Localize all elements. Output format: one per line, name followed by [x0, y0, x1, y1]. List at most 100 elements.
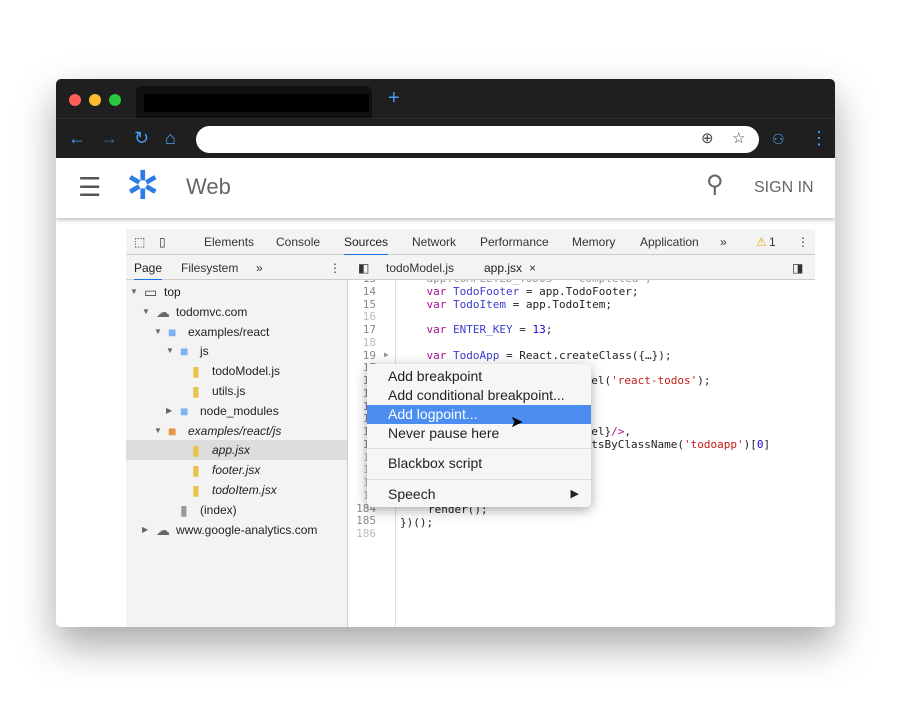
code-line-185: })(); [400, 516, 434, 529]
zoom-icon[interactable]: ⊕ [701, 129, 714, 147]
menu-item-add-breakpoint[interactable]: Add breakpoint [367, 367, 591, 386]
menu-kebab-icon[interactable]: ⋮ [810, 128, 828, 149]
tab-application[interactable]: Application [640, 235, 699, 249]
tab-console[interactable]: Console [276, 235, 320, 249]
navigator-menu-icon[interactable]: ⋮ [329, 261, 341, 275]
tab-filesystem[interactable]: Filesystem [181, 261, 238, 275]
menu-item-speech[interactable]: Speech ▶ [367, 485, 591, 504]
line-number[interactable]: 185 [348, 514, 376, 527]
tree-item[interactable]: ▼ ■ examples/react/js [126, 421, 347, 441]
back-icon[interactable]: ← [68, 128, 86, 149]
tree-item-label: examples/react [188, 324, 270, 339]
tree-item[interactable]: ▼ ■ examples/react [126, 322, 347, 342]
line-number[interactable]: 17 [348, 323, 376, 336]
logo-icon: ✲ [126, 164, 160, 208]
inspect-element-icon[interactable]: ⬚ [134, 235, 145, 249]
file-icon: ▮ [192, 482, 200, 498]
bookmark-star-icon[interactable]: ☆ [732, 129, 745, 147]
tree-item-label: footer.jsx [212, 463, 261, 478]
editor-tabbar: ◧ todoModel.js app.jsx × ◨ [348, 255, 815, 280]
tree-item-label: todoItem.jsx [212, 483, 277, 497]
new-tab-button[interactable]: + [388, 87, 400, 110]
tree-item[interactable]: ▼ ☁ todomvc.com [126, 302, 347, 322]
browser-window: + ← → ↻ ⌂ ⊕ ☆ ⚇ ⋮ ☰ ✲ Web ⚲ SIGN IN ⬚ ▯ … [56, 79, 835, 627]
tree-item[interactable]: ▮ (index) [126, 500, 347, 520]
more-nav-tabs[interactable]: » [256, 261, 263, 275]
line-number[interactable]: 14 [348, 285, 376, 298]
tab-performance[interactable]: Performance [480, 235, 549, 249]
menu-item-add-conditional-breakpoint[interactable]: Add conditional breakpoint... [367, 386, 591, 405]
code-line-15: var TodoItem = app.TodoItem; [426, 298, 612, 311]
menu-separator [367, 448, 591, 449]
tree-toggle-icon[interactable]: ▼ [142, 302, 150, 322]
folder-icon: ■ [180, 343, 189, 360]
tab-page[interactable]: Page [134, 261, 163, 281]
tree-item[interactable]: ▶ ☁ www.google-analytics.com [126, 520, 347, 540]
tree-item-label: app.jsx [212, 443, 251, 458]
tree-item[interactable]: ▶ ■ node_modules [126, 401, 347, 421]
device-toolbar-icon[interactable]: ▯ [159, 235, 166, 249]
line-number[interactable]: 186 [348, 527, 376, 540]
incognito-icon[interactable]: ⚇ [772, 131, 785, 148]
minimize-window-button[interactable] [89, 94, 101, 106]
tree-item-label: node_modules [200, 403, 279, 418]
editor-tab-todomodel[interactable]: todoModel.js [386, 261, 454, 275]
file-icon: ▮ [192, 442, 200, 459]
tree-toggle-icon[interactable]: ▶ [142, 520, 148, 540]
line-number[interactable]: 18 [348, 336, 376, 349]
folder-icon: ■ [168, 422, 177, 439]
sign-in-button[interactable]: SIGN IN [754, 179, 814, 197]
warning-icon[interactable]: ⚠ [756, 235, 767, 249]
forward-icon[interactable]: → [100, 128, 118, 149]
file-icon: ▮ [180, 501, 188, 518]
close-tab-icon[interactable]: × [529, 261, 536, 275]
menu-item-add-logpoint[interactable]: Add logpoint... [367, 405, 591, 424]
tab-elements[interactable]: Elements [204, 235, 254, 249]
search-icon[interactable]: ⚲ [706, 170, 724, 199]
tree-item[interactable]: ▮ todoModel.js [126, 361, 347, 381]
hamburger-menu-icon[interactable]: ☰ [78, 172, 101, 203]
expand-arrow-icon[interactable]: ▶ [384, 348, 389, 361]
mouse-cursor-icon: ➤ [510, 414, 524, 431]
reload-icon[interactable]: ↻ [134, 128, 149, 149]
line-number[interactable]: 15 [348, 298, 376, 311]
editor-tab-app-jsx[interactable]: app.jsx [484, 261, 522, 275]
toggle-navigator-icon[interactable]: ◧ [358, 261, 369, 275]
tree-toggle-icon[interactable]: ▼ [166, 341, 174, 361]
tree-item[interactable]: ▼ ■ js [126, 341, 347, 361]
cloud-icon: ☁ [156, 303, 170, 320]
devtools-menu-icon[interactable]: ⋮ [797, 235, 809, 249]
warning-count[interactable]: 1 [769, 235, 776, 249]
menu-item-never-pause-here[interactable]: Never pause here [367, 424, 591, 443]
tree-toggle-icon[interactable]: ▼ [130, 282, 138, 302]
maximize-window-button[interactable] [109, 94, 121, 106]
browser-tab[interactable] [136, 86, 372, 118]
tree-item[interactable]: ▮ utils.js [126, 381, 347, 401]
menu-item-blackbox-script[interactable]: Blackbox script [367, 454, 591, 473]
line-number[interactable]: 19 [348, 349, 376, 362]
tab-memory[interactable]: Memory [572, 235, 615, 249]
tree-item[interactable]: ▮ todoItem.jsx [126, 480, 347, 500]
line-number[interactable]: 16 [348, 310, 376, 323]
home-icon[interactable]: ⌂ [165, 128, 176, 149]
tree-toggle-icon[interactable]: ▼ [154, 322, 162, 342]
menu-separator [367, 479, 591, 480]
tree-item-label: todoModel.js [212, 364, 281, 379]
tree-item[interactable]: ▮ footer.jsx [126, 460, 347, 480]
tab-network[interactable]: Network [412, 235, 456, 249]
devtools-tabbar: ⬚ ▯ Elements Console Sources Network Per… [126, 229, 815, 256]
browser-toolbar: ← → ↻ ⌂ ⊕ ☆ ⚇ ⋮ [56, 118, 835, 158]
tree-item-label: examples/react/js [188, 423, 282, 438]
speech-label: Speech [388, 486, 436, 502]
address-bar[interactable]: ⊕ ☆ [196, 126, 759, 153]
tree-item[interactable]: ▮ app.jsx [126, 440, 347, 461]
close-window-button[interactable] [69, 94, 81, 106]
tree-toggle-icon[interactable]: ▶ [166, 401, 172, 421]
tree-item-label: todomvc.com [176, 304, 248, 319]
tree-toggle-icon[interactable]: ▼ [154, 421, 162, 441]
more-tabs-button[interactable]: » [720, 235, 727, 249]
toggle-debugger-icon[interactable]: ◨ [792, 261, 803, 275]
tree-item-label: js [200, 344, 209, 359]
tab-sources[interactable]: Sources [344, 235, 389, 256]
tree-item[interactable]: ▼ ▭ top [126, 282, 347, 302]
